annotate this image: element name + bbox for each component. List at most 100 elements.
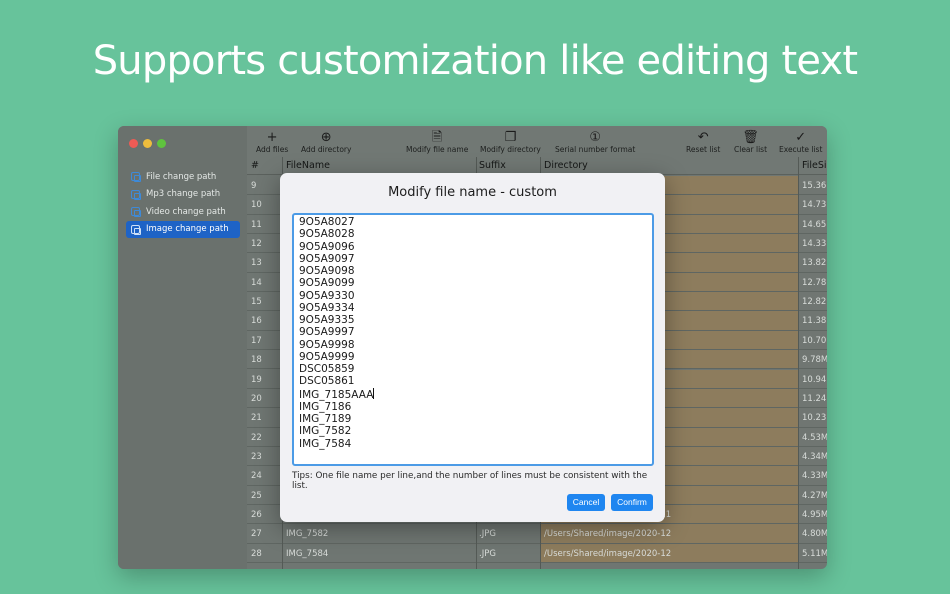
row-number: 24 [251,471,262,482]
row-number: 13 [251,258,262,269]
text-line: 9O5A9999 [299,351,647,363]
row-number: 18 [251,355,262,366]
row-filesize: 11.24 [802,393,827,404]
sidebar-item-video-change-path[interactable]: Video change path [126,203,240,220]
row-number: 22 [251,432,262,443]
row-number: 28 [251,548,262,559]
add-directory-button[interactable]: ⊕ Add directory [301,130,351,154]
document-edit-icon: 🗎 [431,130,443,145]
row-directory: /Users/Shared/image/2020-12 [544,529,672,540]
row-filesize: 15.36 [802,181,827,191]
text-line-value: 9O5A9330 [299,289,355,302]
sidebar-item-label: Video change path [146,206,226,217]
text-line: 9O5A9096 [299,241,647,253]
row-number: 19 [251,374,262,385]
text-line: DSC05859 [299,363,647,375]
text-line-value: 9O5A9096 [299,240,355,253]
text-line-value: IMG_7582 [299,425,352,438]
row-filesize: 4.80M [802,529,827,540]
checkmark-icon: ✓ [795,130,807,145]
text-line-value: 9O5A8027 [299,216,355,228]
row-filesize: 10.23 [802,413,827,424]
text-line-value: IMG_7584 [299,437,352,450]
row-filename: IMG_7582 [286,529,329,540]
cancel-button[interactable]: Cancel [567,494,605,511]
column-header-directory[interactable]: Directory [544,160,588,171]
text-line-value: DSC05859 [299,363,355,375]
toolbar: + Add files ⊕ Add directory 🗎 Modify fil… [247,126,827,157]
text-line-value: IMG_7185AAA [299,388,374,401]
text-line-value: IMG_7186 [299,400,352,413]
sidebar-item-file-change-path[interactable]: File change path [126,168,240,185]
row-filesize: 13.82 [802,258,827,269]
reset-list-button[interactable]: ↶ Reset list [686,130,720,154]
copy-icon [131,207,141,217]
row-directory: /Users/Shared/image/2020-12 [544,548,672,559]
row-filesize: 9.78M [802,355,827,366]
sidebar: File change path Mp3 change path Video c… [118,126,247,569]
plus-icon: + [266,130,278,145]
text-line-value: 9O5A9099 [299,277,355,290]
file-names-textarea[interactable]: 9O5A8027 9O5A8028 9O5A9096 9O5A9097 9O5A9098… [292,213,654,466]
headline: Supports customization like editing text [92,38,858,84]
row-number: 26 [251,509,262,520]
row-suffix: .JPG [479,529,496,540]
row-number: 21 [251,413,262,424]
table-row[interactable]: 27 IMG_7582 .JPG/Users/Shared/image/2020-1… [247,524,827,544]
row-filesize: 10.94 [802,374,827,385]
text-line: 9O5A9335 [299,314,647,326]
add-files-button[interactable]: + Add files [256,130,288,154]
modify-directory-button[interactable]: ❐ Modify directory [480,130,541,154]
column-divider [798,157,799,569]
minimize-window-button[interactable] [143,139,152,148]
clear-list-button[interactable]: 🗑 Clear list [734,130,767,154]
row-number: 25 [251,490,262,501]
table-row[interactable]: 28 IMG_7584 .JPG/Users/Shared/image/2020-1… [247,543,827,563]
text-line-value: 9O5A8028 [299,228,355,241]
row-filesize: 4.34M [802,451,827,462]
number-one-box-icon: ① [589,130,601,145]
text-line: IMG_7582 [299,425,647,437]
execute-list-button[interactable]: ✓ Execute list [779,130,822,154]
zoom-window-button[interactable] [157,139,166,148]
row-filesize: 4.53M [802,432,827,443]
undo-icon: ↶ [697,130,709,145]
modify-directory-label: Modify directory [480,145,541,154]
text-line: IMG_7185AAA [299,387,647,401]
row-filesize: 14.73 [802,200,827,211]
text-line: IMG_7189 [299,413,647,425]
text-line-value: 9O5A9998 [299,338,355,351]
row-filesize: 11.38 [802,316,827,327]
row-number: 16 [251,316,262,327]
modify-file-name-button[interactable]: 🗎 Modify file name [406,130,468,154]
text-line-value: IMG_7189 [299,413,352,425]
row-filesize: 12.82 [802,297,827,308]
column-header-number[interactable]: # [251,160,259,171]
modify-file-name-dialog: Modify file name - custom 9O5A8027 9O5A80… [280,173,665,522]
row-filesize: 14.65 [802,219,827,230]
text-line: 9O5A9097 [299,253,647,265]
text-line: IMG_7186 [299,401,647,413]
sidebar-list: File change path Mp3 change path Video c… [126,168,240,238]
add-files-label: Add files [256,145,289,154]
text-caret [373,387,375,399]
row-number: 17 [251,335,262,346]
text-line: 9O5A8028 [299,228,647,240]
text-line: 9O5A8027 [299,216,647,228]
row-number: 20 [251,393,262,404]
column-header-filesize[interactable]: FileSi [802,160,827,171]
row-filesize: 4.33M [802,471,827,482]
row-suffix: .JPG [479,548,496,559]
confirm-button[interactable]: Confirm [611,494,653,511]
serial-number-format-button[interactable]: ① Serial number format [555,130,635,154]
column-header-suffix[interactable]: Suffix [479,160,506,171]
column-header-filename[interactable]: FileName [286,160,330,171]
row-number: 12 [251,239,262,250]
close-window-button[interactable] [129,139,138,148]
sidebar-item-image-change-path[interactable]: Image change path [126,220,240,238]
sidebar-item-mp3-change-path[interactable]: Mp3 change path [126,186,240,203]
text-line-value: DSC05861 [299,375,355,388]
folders-icon: ❐ [504,130,517,145]
row-filesize: 12.78 [802,277,827,288]
window-controls [129,139,166,148]
